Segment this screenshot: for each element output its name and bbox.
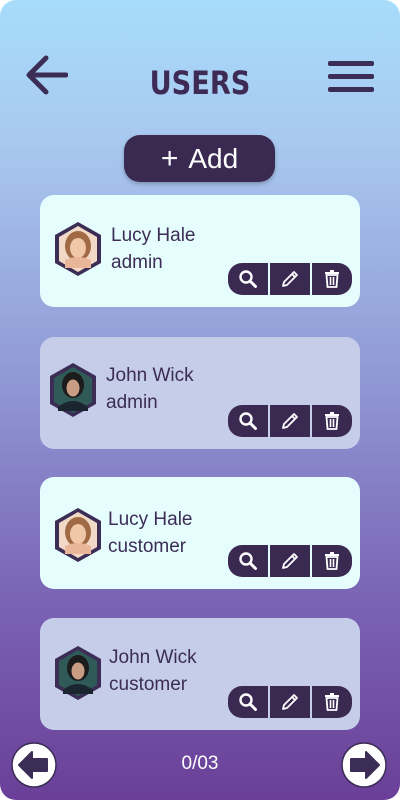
user-role: customer (109, 674, 188, 695)
search-icon (239, 412, 257, 430)
male-avatar-icon (50, 363, 96, 417)
edit-user-button[interactable] (270, 686, 310, 718)
user-actions (228, 405, 352, 437)
view-user-button[interactable] (228, 686, 268, 718)
view-user-button[interactable] (228, 263, 268, 295)
trash-icon (325, 412, 339, 430)
search-icon (239, 693, 257, 711)
delete-user-button[interactable] (312, 405, 352, 437)
delete-user-button[interactable] (312, 686, 352, 718)
search-icon (239, 552, 257, 570)
female-avatar-icon (55, 222, 101, 276)
trash-icon (325, 270, 339, 288)
user-card: John Wick customer (40, 618, 360, 730)
plus-icon: + (160, 141, 179, 175)
user-name: Lucy Hale (111, 225, 196, 246)
avatar (52, 644, 104, 702)
user-card: Lucy Hale admin (40, 195, 360, 307)
pencil-icon (282, 553, 298, 569)
view-user-button[interactable] (228, 545, 268, 577)
user-card: Lucy Hale customer (40, 477, 360, 589)
user-actions (228, 545, 352, 577)
users-screen: USERS + Add Lucy Hale admin John Wick ad… (0, 0, 400, 800)
view-user-button[interactable] (228, 405, 268, 437)
pencil-icon (282, 694, 298, 710)
avatar (52, 506, 104, 564)
user-actions (228, 686, 352, 718)
arrow-right-circle-icon (341, 742, 387, 788)
hamburger-menu-icon (328, 61, 374, 92)
trash-icon (325, 552, 339, 570)
user-name: Lucy Hale (108, 509, 193, 530)
edit-user-button[interactable] (270, 405, 310, 437)
user-role: admin (111, 252, 163, 273)
search-icon (239, 270, 257, 288)
user-card: John Wick admin (40, 337, 360, 449)
user-name: John Wick (106, 365, 194, 386)
add-user-button[interactable]: + Add (124, 135, 275, 182)
add-button-label: Add (188, 142, 239, 174)
page-title: USERS (149, 64, 251, 102)
next-page-button[interactable] (340, 741, 388, 789)
avatar (52, 220, 104, 278)
user-role: admin (106, 392, 158, 413)
user-name: John Wick (109, 647, 197, 668)
delete-user-button[interactable] (312, 263, 352, 295)
user-actions (228, 263, 352, 295)
pencil-icon (282, 413, 298, 429)
avatar (47, 361, 99, 419)
edit-user-button[interactable] (270, 545, 310, 577)
pencil-icon (282, 271, 298, 287)
delete-user-button[interactable] (312, 545, 352, 577)
male-avatar-icon (55, 646, 101, 700)
menu-button[interactable] (326, 58, 378, 98)
user-role: customer (108, 536, 187, 557)
edit-user-button[interactable] (270, 263, 310, 295)
trash-icon (325, 693, 339, 711)
female-avatar-icon (55, 508, 101, 562)
